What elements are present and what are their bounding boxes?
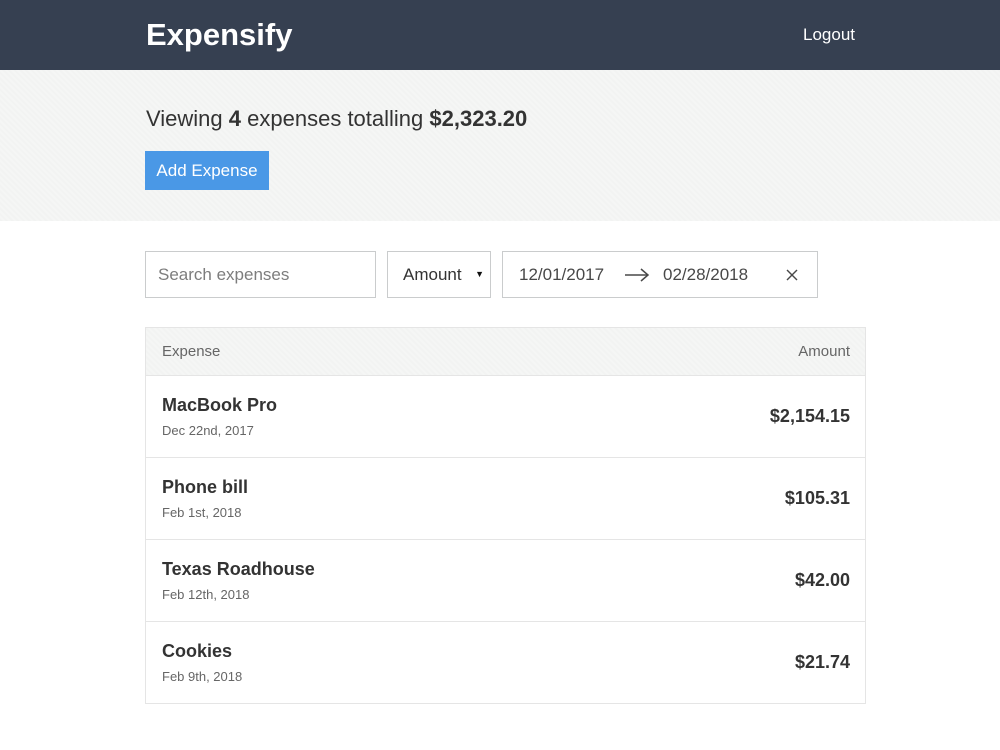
expense-count: 4 [228,106,242,131]
caret-down-icon: ▼ [475,269,484,279]
expense-amount: $105.31 [784,488,850,508]
expenses-summary: Viewing 4 expenses totalling $2,323.20 [0,70,1000,221]
expense-list-item[interactable]: Phone bill Feb 1st, 2018 $105.31 [146,458,865,540]
expense-description: Phone bill [162,477,249,497]
expense-date: Dec 22nd, 2017 [162,423,254,438]
expense-list: Expense Amount MacBook Pro Dec 22nd, 201… [145,327,866,704]
expense-description: Cookies [162,641,233,661]
expense-amount: $2,154.15 [769,406,850,426]
expense-description: Texas Roadhouse [162,559,315,579]
expense-list-item[interactable]: MacBook Pro Dec 22nd, 2017 $2,154.15 [146,376,865,458]
summary-prefix: Viewing [146,106,223,131]
expense-date: Feb 1st, 2018 [162,505,242,520]
add-expense-button[interactable]: Add Expense [145,151,269,190]
column-header-expense: Expense [162,343,221,360]
expense-amount: $42.00 [794,570,850,590]
summary-title: Viewing 4 expenses totalling $2,323.20 [146,105,527,133]
brand-logo-link[interactable]: Expensify [146,16,292,54]
app-header: Expensify Logout [0,0,1000,70]
start-date-input[interactable]: 12/01/2017 [519,265,604,285]
column-header-amount: Amount [798,343,850,360]
end-date-input[interactable]: 02/28/2018 [663,265,748,285]
sort-select[interactable]: Amount ▼ [387,251,491,298]
expense-amount: $21.74 [794,652,850,672]
expense-list-header: Expense Amount [146,328,865,376]
arrow-right-icon [625,268,650,282]
logout-button[interactable]: Logout [803,24,855,46]
expense-date: Feb 12th, 2018 [162,587,250,602]
expense-date: Feb 9th, 2018 [162,669,243,684]
date-range-picker: 12/01/2017 02/28/2018 [502,251,818,298]
expense-list-item[interactable]: Texas Roadhouse Feb 12th, 2018 $42.00 [146,540,865,622]
expense-total: $2,323.20 [429,106,528,131]
sort-select-value: Amount [403,265,462,284]
expense-description: MacBook Pro [162,395,278,415]
summary-middle-text: expenses totalling [247,106,424,131]
expense-list-item[interactable]: Cookies Feb 9th, 2018 $21.74 [146,622,865,703]
expense-filters: Amount ▼ 12/01/2017 02/28/2018 [0,251,1000,298]
close-icon[interactable] [785,268,799,282]
search-input[interactable] [145,251,376,298]
